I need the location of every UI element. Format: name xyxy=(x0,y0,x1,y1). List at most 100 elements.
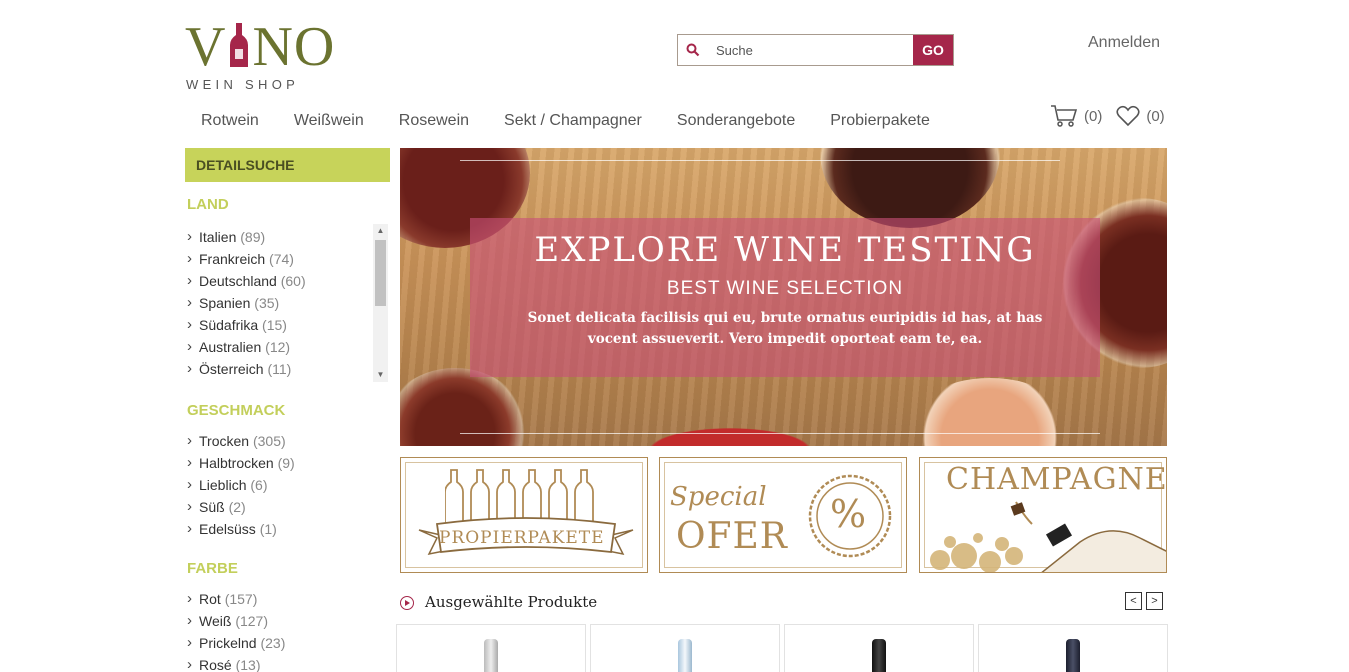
item-count: (35) xyxy=(254,295,280,311)
prev-arrow-button[interactable]: < xyxy=(1125,592,1142,610)
item-count: (60) xyxy=(280,273,306,289)
item-count: (15) xyxy=(262,317,287,333)
item-count: (89) xyxy=(240,229,266,245)
logo-letters-no: NO xyxy=(252,16,336,78)
next-arrow-button[interactable]: > xyxy=(1146,592,1163,610)
nav-sonderangebote[interactable]: Sonderangebote xyxy=(661,110,811,132)
banner-ornament-line xyxy=(460,433,1100,434)
filter-land-item[interactable]: Australien (12) xyxy=(185,336,390,358)
item-name: Prickelnd xyxy=(199,635,257,651)
filter-geschmack-item[interactable]: Lieblich (6) xyxy=(185,474,390,496)
filter-geschmack-item[interactable]: Edelsüss (1) xyxy=(185,518,390,540)
promo-tile-champagne[interactable]: CHAMPAGNE xyxy=(919,457,1167,573)
tile-champagne-label: CHAMPAGNE xyxy=(946,462,1167,497)
product-card[interactable] xyxy=(978,624,1168,672)
item-name: Österreich xyxy=(199,361,264,377)
filter-farbe-item[interactable]: Rot (157) xyxy=(185,588,390,610)
item-name: Süß xyxy=(199,499,225,515)
filter-land-item[interactable]: Spanien (35) xyxy=(185,292,390,314)
filter-geschmack-title: GESCHMACK xyxy=(187,402,286,419)
filter-farbe-item[interactable]: Rosé (13) xyxy=(185,654,390,672)
nav-rotwein[interactable]: Rotwein xyxy=(185,110,275,132)
main-nav: Rotwein Weißwein Rosewein Sekt / Champag… xyxy=(185,110,946,132)
search-bar: GO xyxy=(677,34,954,66)
logo-wordmark: V NO xyxy=(185,14,335,80)
logo-letter-v: V xyxy=(185,16,227,78)
item-name: Deutschland xyxy=(199,273,277,289)
tile-percent-label: % xyxy=(830,492,867,536)
login-link[interactable]: Anmelden xyxy=(1088,34,1160,52)
nav-weisswein[interactable]: Weißwein xyxy=(278,110,380,132)
filter-land-item[interactable]: Frankreich (74) xyxy=(185,248,390,270)
product-card[interactable] xyxy=(396,624,586,672)
promo-tile-special-offer[interactable]: Special OFER % xyxy=(659,457,907,573)
wishlist-count[interactable]: (0) xyxy=(1146,108,1164,125)
product-image xyxy=(484,639,498,672)
wine-bottle-icon xyxy=(230,23,249,67)
scroll-up-arrow-icon[interactable]: ▲ xyxy=(373,224,388,238)
product-image xyxy=(872,639,886,672)
nav-probierpakete[interactable]: Probierpakete xyxy=(814,110,946,132)
land-scroll-list: Italien (89) Frankreich (74) Deutschland… xyxy=(185,224,390,382)
item-name: Spanien xyxy=(199,295,251,311)
search-icon[interactable] xyxy=(678,35,708,65)
nav-rosewein[interactable]: Rosewein xyxy=(383,110,485,132)
item-name: Rosé xyxy=(199,657,232,672)
logo-subtitle: WEIN SHOP xyxy=(186,77,300,92)
play-circle-icon xyxy=(400,596,414,610)
cart-wishlist: (0) (0) xyxy=(1050,104,1179,128)
item-name: Italien xyxy=(199,229,237,245)
filter-land-item[interactable]: Südafrika (15) xyxy=(185,314,390,336)
filter-geschmack-item[interactable]: Trocken (305) xyxy=(185,430,390,452)
item-count: (11) xyxy=(267,361,292,377)
banner-text: Sonet delicata facilisis qui eu, brute o… xyxy=(527,310,1043,347)
item-name: Rot xyxy=(199,591,221,607)
filter-land-item[interactable]: Deutschland (60) xyxy=(185,270,390,292)
featured-products-header: Ausgewählte Produkte < > xyxy=(400,592,1167,614)
item-count: (74) xyxy=(269,251,294,267)
item-count: (157) xyxy=(224,591,258,607)
item-name: Südafrika xyxy=(199,317,259,333)
filter-farbe-item[interactable]: Prickelnd (23) xyxy=(185,632,390,654)
land-scrollbar[interactable]: ▲ ▼ xyxy=(373,224,388,382)
filter-farbe-title: FARBE xyxy=(187,560,238,577)
item-count: (127) xyxy=(235,613,268,629)
sidebar-title: DETAILSUCHE xyxy=(185,148,390,182)
filter-land-title: LAND xyxy=(187,196,229,213)
filter-geschmack-item[interactable]: Süß (2) xyxy=(185,496,390,518)
item-name: Lieblich xyxy=(199,477,247,493)
search-input[interactable] xyxy=(708,35,913,65)
item-count: (1) xyxy=(259,521,277,537)
item-name: Australien xyxy=(199,339,262,355)
item-name: Trocken xyxy=(199,433,250,449)
product-card[interactable] xyxy=(590,624,780,672)
site-logo[interactable]: V NO WEIN SHOP xyxy=(185,14,335,94)
filter-geschmack-item[interactable]: Halbtrocken (9) xyxy=(185,452,390,474)
nav-sekt-champagner[interactable]: Sekt / Champagner xyxy=(488,110,658,132)
cart-icon[interactable] xyxy=(1050,104,1078,128)
product-image xyxy=(1066,639,1080,672)
scrollbar-thumb[interactable] xyxy=(375,240,386,306)
promo-tile-probierpakete[interactable]: PROPIERPAKETE xyxy=(400,457,648,573)
search-go-button[interactable]: GO xyxy=(913,35,953,65)
heart-icon[interactable] xyxy=(1116,105,1140,127)
banner-subtitle: BEST WINE SELECTION xyxy=(666,278,904,299)
item-count: (305) xyxy=(252,433,286,449)
scroll-down-arrow-icon[interactable]: ▼ xyxy=(373,368,388,382)
tile-ofer-label: OFER xyxy=(676,516,788,557)
filter-land-item[interactable]: Italien (89) xyxy=(185,226,390,248)
filter-sidebar: DETAILSUCHE LAND Italien (89) Frankreich… xyxy=(185,148,390,672)
item-name: Frankreich xyxy=(199,251,266,267)
tile-special-label: Special xyxy=(670,482,767,512)
product-card[interactable] xyxy=(784,624,974,672)
banner-ornament-line xyxy=(460,160,1060,161)
item-name: Weiß xyxy=(199,613,232,629)
product-carousel xyxy=(396,624,1172,672)
item-count: (2) xyxy=(228,499,246,515)
hero-banner[interactable]: EXPLORE WINE TESTING BEST WINE SELECTION… xyxy=(400,148,1167,446)
item-name: Halbtrocken xyxy=(199,455,274,471)
cart-count[interactable]: (0) xyxy=(1084,108,1102,125)
filter-farbe-item[interactable]: Weiß (127) xyxy=(185,610,390,632)
item-count: (23) xyxy=(260,635,286,651)
filter-land-item[interactable]: Österreich (11) xyxy=(185,358,390,380)
